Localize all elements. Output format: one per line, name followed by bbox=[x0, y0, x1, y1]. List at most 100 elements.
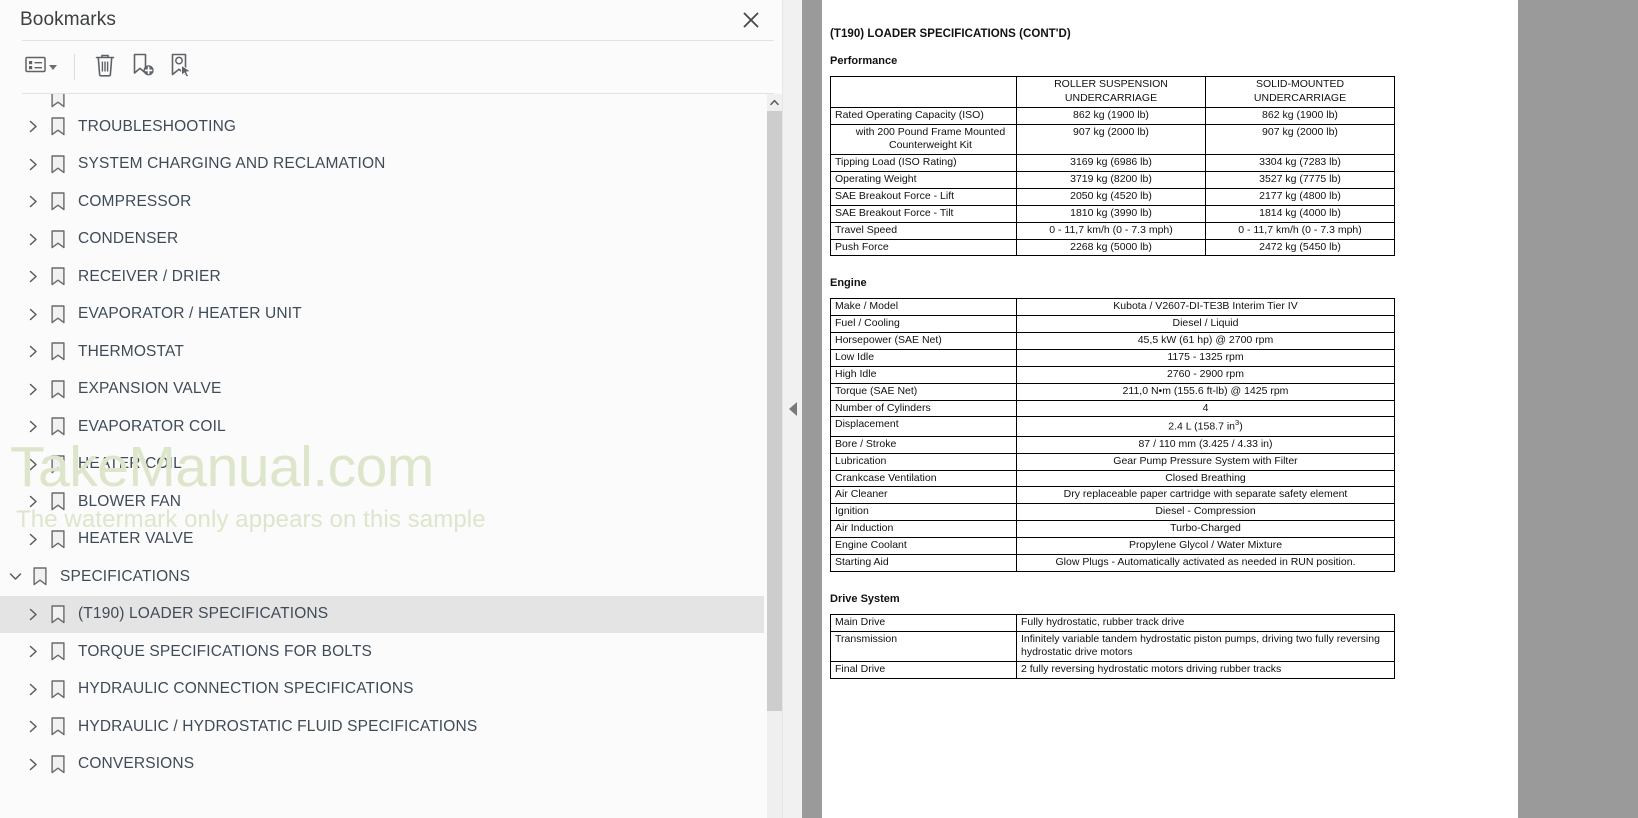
chevron-right-icon[interactable] bbox=[22, 458, 44, 471]
panel-splitter[interactable] bbox=[782, 0, 802, 818]
row-label: Make / Model bbox=[830, 298, 1017, 317]
bookmark-item-expansion-valve[interactable]: EXPANSION VALVE bbox=[0, 371, 764, 409]
bookmark-item-item-0[interactable] bbox=[0, 94, 764, 108]
chevron-right-icon[interactable] bbox=[22, 345, 44, 358]
row-label: Starting Aid bbox=[830, 553, 1017, 572]
scrollbar-thumb[interactable] bbox=[767, 111, 782, 711]
bookmark-icon bbox=[44, 342, 72, 361]
row-label: Rated Operating Capacity (ISO) bbox=[830, 106, 1017, 125]
close-icon[interactable] bbox=[738, 7, 764, 33]
chevron-right-icon[interactable] bbox=[22, 270, 44, 283]
chevron-down-icon[interactable] bbox=[4, 571, 26, 582]
row-label: Engine Coolant bbox=[830, 536, 1017, 555]
section-title-engine: Engine bbox=[830, 277, 867, 290]
cell-value: 907 kg (2000 lb) bbox=[1205, 123, 1395, 156]
column-header: SOLID-MOUNTED UNDERCARRIAGE bbox=[1205, 76, 1395, 108]
row-label: SAE Breakout Force - Tilt bbox=[830, 204, 1017, 223]
row-label: Travel Speed bbox=[830, 221, 1017, 240]
cell-value: Closed Breathing bbox=[1016, 469, 1395, 488]
chevron-right-icon[interactable] bbox=[22, 308, 44, 321]
bookmark-item-evaporator-coil[interactable]: EVAPORATOR COIL bbox=[0, 408, 764, 446]
bookmark-options-button[interactable] bbox=[17, 48, 65, 86]
bookmarks-scrollbar[interactable] bbox=[764, 94, 782, 818]
bookmark-item-evaporator-heater-unit[interactable]: EVAPORATOR / HEATER UNIT bbox=[0, 296, 764, 334]
bookmark-item-receiver-drier[interactable]: RECEIVER / DRIER bbox=[0, 258, 764, 296]
bookmark-item-torque-specifications-for-bolts[interactable]: TORQUE SPECIFICATIONS FOR BOLTS bbox=[0, 633, 764, 671]
table-row: Travel Speed 0 - 11,7 km/h (0 - 7.3 mph) 0… bbox=[830, 221, 1395, 240]
row-label: Crankcase Ventilation bbox=[830, 469, 1017, 488]
bookmark-item-t190-loader-specifications[interactable]: (T190) LOADER SPECIFICATIONS bbox=[0, 595, 764, 633]
row-label: Bore / Stroke bbox=[830, 435, 1017, 454]
row-label: Tipping Load (ISO Rating) bbox=[830, 154, 1017, 173]
chevron-right-icon[interactable] bbox=[22, 533, 44, 546]
chevron-down-icon bbox=[49, 64, 57, 70]
bookmarks-tree-scroll[interactable]: TROUBLESHOOTING SYSTEM CHARGING AND RECLA… bbox=[0, 94, 764, 818]
bookmark-item-label: EVAPORATOR COIL bbox=[78, 417, 226, 435]
toolbar-divider bbox=[74, 54, 75, 80]
list-options-icon bbox=[25, 56, 46, 78]
cell-value: 2 fully reversing hydrostatic motors dri… bbox=[1016, 661, 1395, 680]
delete-bookmark-button[interactable] bbox=[86, 48, 124, 86]
row-label: High Idle bbox=[830, 365, 1017, 384]
row-label: Number of Cylinders bbox=[830, 399, 1017, 418]
bookmark-item-label: SPECIFICATIONS bbox=[60, 567, 191, 585]
table-row: Operating Weight 3719 kg (8200 lb) 3527 kg… bbox=[830, 171, 1395, 190]
table-row: with 200 Pound Frame Mounted Counterweig… bbox=[830, 123, 1395, 156]
bookmark-item-heater-coil[interactable]: HEATER COIL bbox=[0, 446, 764, 484]
cell-value: 2050 kg (4520 lb) bbox=[1016, 188, 1206, 206]
bookmark-item-conversions[interactable]: CONVERSIONS bbox=[0, 746, 764, 784]
chevron-right-icon[interactable] bbox=[22, 158, 44, 171]
bookmark-item-label: CONDENSER bbox=[78, 230, 179, 248]
bookmark-item-hydraulic-hydrostatic-fluid-specifications[interactable]: HYDRAULIC / HYDROSTATIC FLUID SPECIFICAT… bbox=[0, 708, 764, 746]
bookmark-item-compressor[interactable]: COMPRESSOR bbox=[0, 183, 764, 221]
chevron-right-icon[interactable] bbox=[22, 383, 44, 396]
bookmark-icon bbox=[44, 492, 72, 511]
table-row: Lubrication Gear Pump Pressure System wit… bbox=[830, 452, 1395, 471]
bookmark-icon bbox=[26, 567, 54, 586]
cell-value: Dry replaceable paper cartridge with sep… bbox=[1016, 486, 1395, 505]
chevron-right-icon[interactable] bbox=[22, 758, 44, 771]
bookmark-item-label: HEATER VALVE bbox=[78, 530, 194, 548]
collapse-panel-button[interactable] bbox=[786, 400, 800, 418]
page-title: (T190) LOADER SPECIFICATIONS (CONT'D) bbox=[830, 28, 1071, 40]
chevron-right-icon[interactable] bbox=[22, 120, 44, 133]
row-label: Air Induction bbox=[830, 520, 1017, 538]
cell-value: Diesel - Compression bbox=[1016, 503, 1395, 522]
trash-icon bbox=[93, 52, 117, 83]
cell-value: 3527 kg (7775 lb) bbox=[1205, 171, 1395, 190]
cell-value: 862 kg (1900 lb) bbox=[1205, 106, 1395, 125]
cell-value: Gear Pump Pressure System with Filter bbox=[1016, 452, 1395, 471]
row-label: Displacement bbox=[830, 416, 1017, 437]
cell-value: 1814 kg (4000 lb) bbox=[1205, 204, 1395, 223]
chevron-right-icon[interactable] bbox=[22, 195, 44, 208]
bookmark-item-thermostat[interactable]: THERMOSTAT bbox=[0, 333, 764, 371]
table-row: Low Idle 1175 - 1325 rpm bbox=[830, 349, 1395, 367]
row-label: Final Drive bbox=[830, 661, 1017, 680]
document-view[interactable]: (T190) LOADER SPECIFICATIONS (CONT'D) Pe… bbox=[802, 0, 1638, 818]
table-row: SAE Breakout Force - Lift 2050 kg (4520 l… bbox=[830, 188, 1395, 206]
section-title-drive-system: Drive System bbox=[830, 592, 900, 605]
scroll-up-button[interactable] bbox=[767, 94, 782, 111]
table-row: Torque (SAE Net) 211,0 N•m (155.6 ft-lb) … bbox=[830, 382, 1395, 401]
new-bookmark-button[interactable] bbox=[124, 48, 162, 86]
chevron-right-icon[interactable] bbox=[22, 495, 44, 508]
chevron-right-icon[interactable] bbox=[22, 608, 44, 621]
chevron-right-icon[interactable] bbox=[22, 420, 44, 433]
bookmark-item-system-charging-and-reclamation[interactable]: SYSTEM CHARGING AND RECLAMATION bbox=[0, 146, 764, 184]
bookmark-destination-button[interactable] bbox=[162, 48, 200, 86]
chevron-right-icon[interactable] bbox=[22, 683, 44, 696]
bookmark-item-heater-valve[interactable]: HEATER VALVE bbox=[0, 521, 764, 559]
bookmark-item-troubleshooting[interactable]: TROUBLESHOOTING bbox=[0, 108, 764, 146]
bookmark-item-specifications[interactable]: SPECIFICATIONS bbox=[0, 558, 764, 596]
chevron-right-icon[interactable] bbox=[22, 645, 44, 658]
bookmark-item-blower-fan[interactable]: BLOWER FAN bbox=[0, 483, 764, 521]
bookmark-item-condenser[interactable]: CONDENSER bbox=[0, 221, 764, 259]
table-row: Horsepower (SAE Net) 45,5 kW (61 hp) @ 27… bbox=[830, 332, 1395, 351]
bookmark-item-hydraulic-connection-specifications[interactable]: HYDRAULIC CONNECTION SPECIFICATIONS bbox=[0, 671, 764, 709]
section-title-performance: Performance bbox=[830, 55, 898, 67]
cell-value: Kubota / V2607-DI-TE3B Interim Tier IV bbox=[1016, 298, 1395, 317]
row-label: Horsepower (SAE Net) bbox=[830, 332, 1017, 351]
cell-value: Glow Plugs - Automatically activated as … bbox=[1016, 553, 1395, 572]
chevron-right-icon[interactable] bbox=[22, 233, 44, 246]
chevron-right-icon[interactable] bbox=[22, 720, 44, 733]
